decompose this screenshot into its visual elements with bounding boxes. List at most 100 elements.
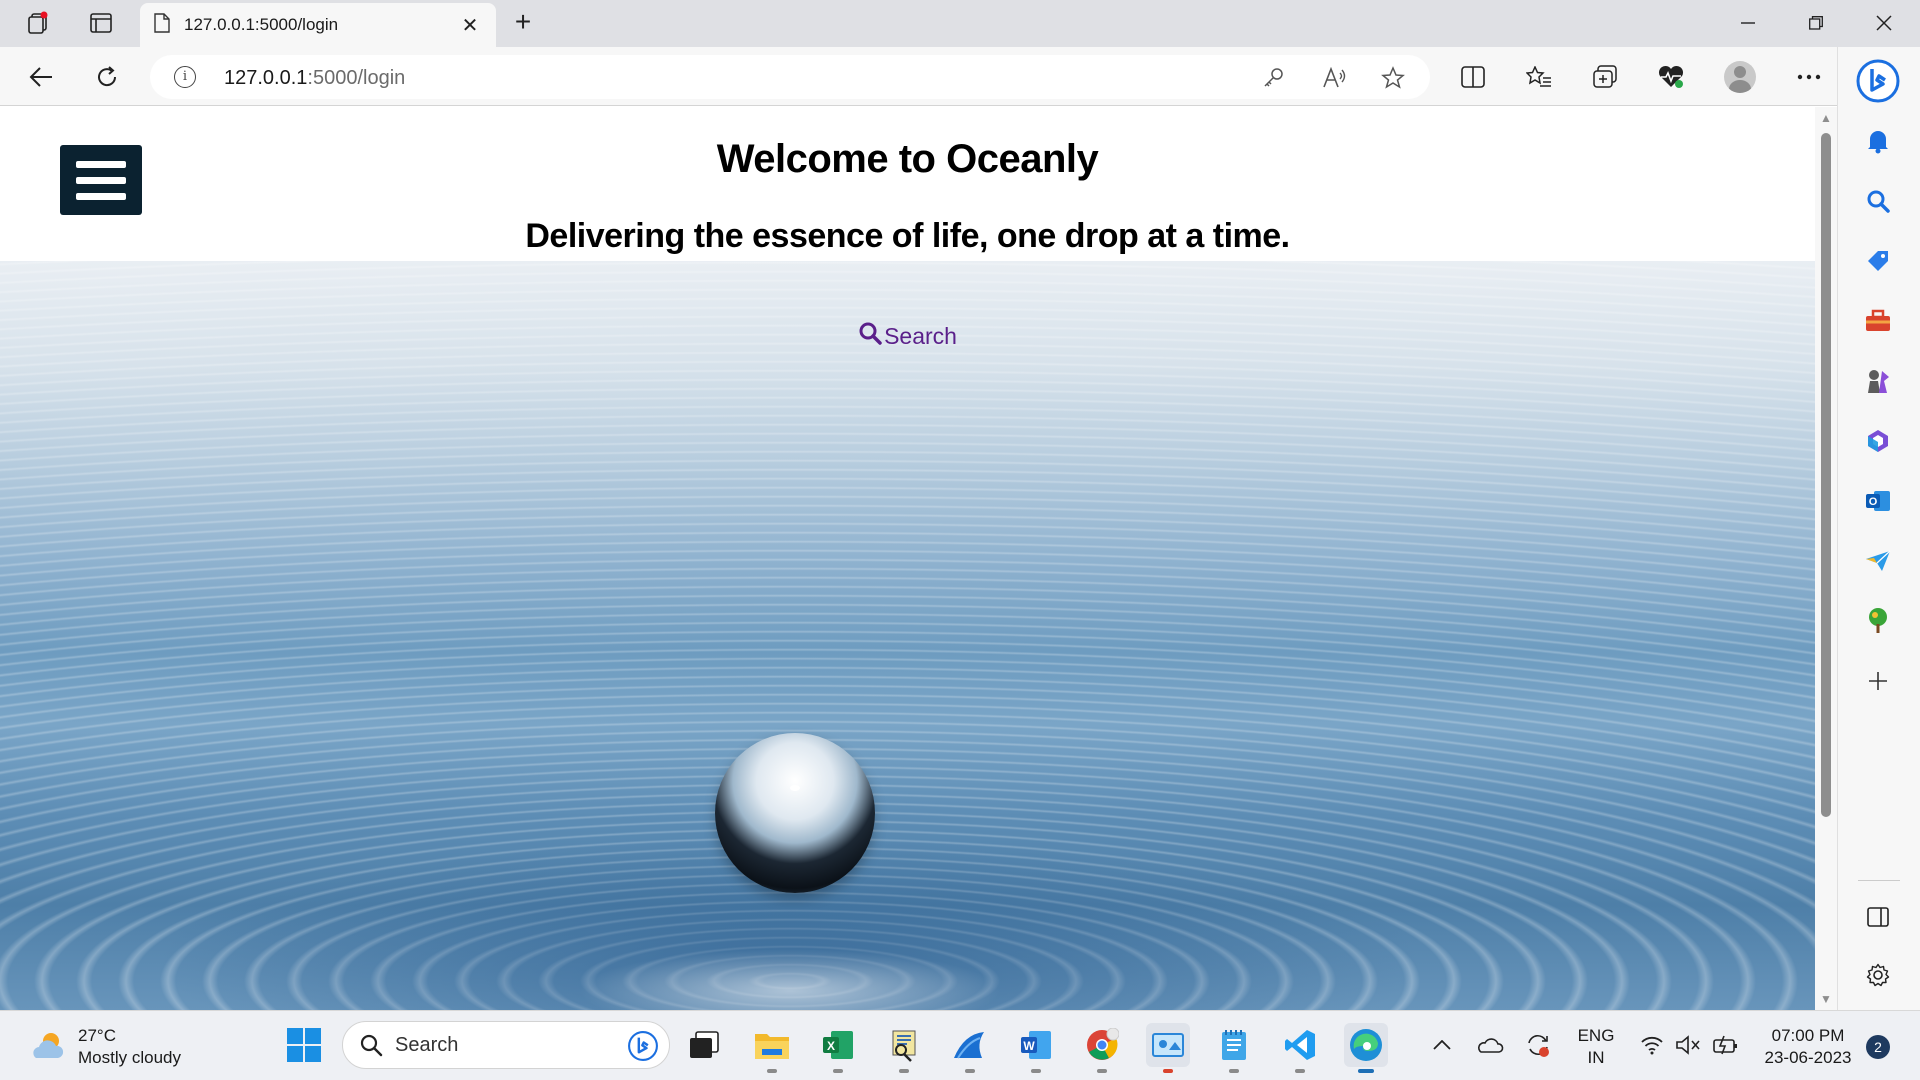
site-header: Welcome to Oceanly Delivering the essenc… bbox=[0, 107, 1815, 261]
page-scrollbar[interactable]: ▲ ▼ bbox=[1815, 107, 1837, 1010]
site-title: Welcome to Oceanly bbox=[716, 137, 1099, 181]
password-key-icon[interactable] bbox=[1260, 65, 1286, 91]
address-bar[interactable]: i 127.0.0.1:5000/login bbox=[150, 55, 1430, 99]
taskbar-search-icon bbox=[359, 1033, 383, 1057]
games-chess-icon[interactable] bbox=[1860, 363, 1896, 399]
site-info-icon[interactable]: i bbox=[174, 66, 196, 88]
windows-taskbar: 27°C Mostly cloudy Search X W ENG IN 07:… bbox=[0, 1010, 1920, 1080]
notification-count-badge[interactable]: 2 bbox=[1866, 1035, 1890, 1059]
bing-copilot-icon[interactable] bbox=[1854, 57, 1902, 105]
language-primary: ENG bbox=[1577, 1026, 1615, 1045]
profile-avatar[interactable] bbox=[1724, 61, 1756, 93]
new-tab-button[interactable]: + bbox=[508, 8, 538, 38]
sidebar-search-icon[interactable] bbox=[1860, 183, 1896, 219]
excel-icon[interactable]: X bbox=[816, 1023, 860, 1073]
collections-icon[interactable] bbox=[1588, 60, 1622, 94]
running-indicator bbox=[1031, 1069, 1041, 1073]
search-icon bbox=[858, 321, 884, 351]
weather-description: Mostly cloudy bbox=[78, 1048, 181, 1067]
water-background-image bbox=[0, 261, 1815, 1010]
notepad-icon[interactable] bbox=[1212, 1023, 1256, 1073]
taskbar-search-box[interactable]: Search bbox=[342, 1021, 670, 1069]
notifications-bell-icon[interactable] bbox=[1860, 123, 1896, 159]
hide-sidebar-icon[interactable] bbox=[1860, 899, 1896, 935]
running-indicator bbox=[965, 1069, 975, 1073]
cloudy-weather-icon bbox=[28, 1030, 66, 1065]
running-indicator bbox=[1229, 1069, 1239, 1073]
favorite-star-icon[interactable] bbox=[1380, 65, 1406, 91]
menu-bar bbox=[76, 192, 126, 200]
url-text[interactable]: 127.0.0.1:5000/login bbox=[224, 67, 405, 90]
scroll-down-icon[interactable]: ▼ bbox=[1820, 993, 1832, 1005]
send-telegram-icon[interactable] bbox=[1860, 543, 1896, 579]
show-hidden-icons-chevron-icon[interactable] bbox=[1420, 1023, 1464, 1067]
browser-titlebar: 127.0.0.1:5000/login ✕ + bbox=[0, 0, 1920, 47]
onedrive-cloud-icon[interactable] bbox=[1468, 1023, 1512, 1067]
vscode-icon[interactable] bbox=[1278, 1023, 1322, 1073]
svg-text:W: W bbox=[1023, 1039, 1035, 1053]
scrollbar-thumb[interactable] bbox=[1821, 133, 1831, 817]
svg-text:X: X bbox=[827, 1039, 835, 1053]
language-secondary: IN bbox=[1587, 1048, 1605, 1067]
running-indicator bbox=[899, 1069, 909, 1073]
app-blue-fin-icon[interactable] bbox=[948, 1023, 992, 1073]
browser-essentials-icon[interactable] bbox=[1654, 60, 1688, 94]
url-host: 127.0.0.1 bbox=[224, 67, 308, 89]
sidebar-divider bbox=[1858, 880, 1900, 881]
battery-charging-icon[interactable] bbox=[1704, 1023, 1748, 1067]
favorites-icon[interactable] bbox=[1522, 60, 1556, 94]
sidebar-settings-gear-icon[interactable] bbox=[1860, 957, 1896, 993]
close-window-button[interactable] bbox=[1854, 6, 1914, 40]
taskbar-search-label: Search bbox=[395, 1033, 459, 1056]
workspaces-icon[interactable] bbox=[22, 8, 56, 38]
back-button[interactable] bbox=[24, 60, 58, 94]
site-tagline: Delivering the essence of life, one drop… bbox=[525, 217, 1290, 255]
split-screen-icon[interactable] bbox=[1456, 60, 1490, 94]
scroll-up-icon[interactable]: ▲ bbox=[1820, 112, 1832, 124]
python-idle-icon[interactable] bbox=[882, 1023, 926, 1073]
task-view-icon[interactable] bbox=[682, 1023, 726, 1067]
search-link-label: Search bbox=[884, 322, 957, 349]
minimize-button[interactable] bbox=[1718, 6, 1778, 40]
tab-active[interactable]: 127.0.0.1:5000/login ✕ bbox=[140, 3, 496, 47]
tab-title: 127.0.0.1:5000/login bbox=[184, 15, 339, 34]
running-indicator bbox=[833, 1069, 843, 1073]
weather-temperature: 27°C bbox=[78, 1026, 116, 1045]
running-indicator bbox=[1358, 1069, 1374, 1073]
snipping-tool-icon[interactable] bbox=[1146, 1023, 1190, 1073]
add-sidebar-app-icon[interactable] bbox=[1860, 663, 1896, 699]
shopping-tag-icon[interactable] bbox=[1860, 243, 1896, 279]
running-indicator bbox=[1097, 1069, 1107, 1073]
page-viewport: Welcome to Oceanly Delivering the essenc… bbox=[0, 107, 1815, 1010]
weather-widget[interactable]: 27°C Mostly cloudy bbox=[28, 1025, 181, 1069]
tab-close-icon[interactable]: ✕ bbox=[458, 13, 482, 38]
running-indicator bbox=[1295, 1069, 1305, 1073]
water-drop bbox=[715, 733, 875, 893]
browser-toolbar: i 127.0.0.1:5000/login bbox=[0, 47, 1920, 106]
more-options-icon[interactable] bbox=[1792, 60, 1826, 94]
refresh-button[interactable] bbox=[90, 60, 124, 94]
running-indicator bbox=[767, 1069, 777, 1073]
outlook-icon[interactable]: O bbox=[1860, 483, 1896, 519]
file-explorer-icon[interactable] bbox=[750, 1023, 794, 1073]
clock-date: 23-06-2023 bbox=[1764, 1048, 1852, 1067]
page-icon bbox=[154, 12, 170, 38]
clock[interactable]: 07:00 PM 23-06-2023 bbox=[1756, 1025, 1860, 1069]
microsoft-365-icon[interactable] bbox=[1860, 423, 1896, 459]
edge-sidebar: O bbox=[1837, 47, 1920, 1010]
language-indicator[interactable]: ENG IN bbox=[1572, 1025, 1620, 1069]
chrome-icon[interactable] bbox=[1080, 1023, 1124, 1073]
search-link[interactable]: Search bbox=[0, 321, 1815, 351]
restore-button[interactable] bbox=[1786, 6, 1846, 40]
sync-icon[interactable] bbox=[1516, 1023, 1560, 1067]
clock-time: 07:00 PM bbox=[1771, 1026, 1845, 1045]
url-path: :5000/login bbox=[307, 67, 406, 89]
start-windows-icon[interactable] bbox=[282, 1023, 326, 1067]
tools-toolbox-icon[interactable] bbox=[1860, 303, 1896, 339]
tab-actions-icon[interactable] bbox=[84, 8, 118, 38]
edge-browser-icon[interactable] bbox=[1344, 1023, 1388, 1073]
word-icon[interactable]: W bbox=[1014, 1023, 1058, 1073]
tree-icon[interactable] bbox=[1860, 603, 1896, 639]
svg-text:O: O bbox=[1869, 496, 1878, 508]
read-aloud-icon[interactable] bbox=[1322, 65, 1348, 91]
